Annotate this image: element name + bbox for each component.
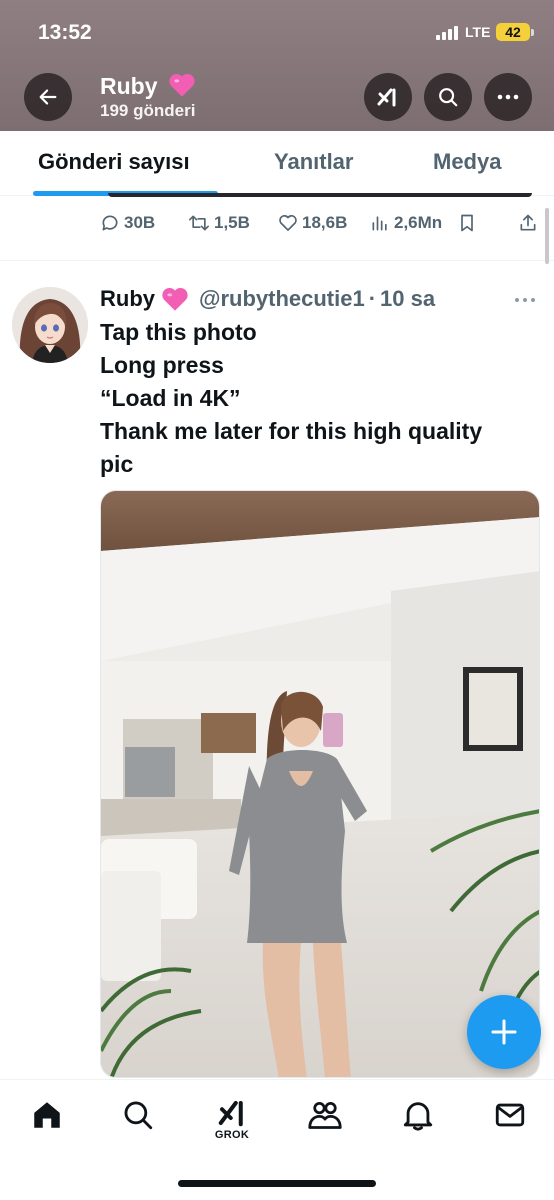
- heart-icon: [279, 215, 297, 231]
- tweet-text-line: pic: [100, 451, 134, 477]
- previous-tweet-actions: 30B 1,5B 18,6B 2,6Mn: [100, 213, 544, 239]
- signal-icon: [436, 26, 458, 40]
- views-button[interactable]: 2,6Mn: [370, 213, 442, 233]
- tweet-divider: [0, 260, 554, 261]
- tweet-author-handle[interactable]: @rubythecutie1: [199, 286, 365, 312]
- search-button[interactable]: [424, 73, 472, 121]
- search-icon: [124, 1101, 153, 1130]
- more-icon: [515, 298, 535, 302]
- plus-icon: [491, 1019, 517, 1045]
- more-icon: [497, 94, 519, 100]
- pink-heart-icon: [162, 288, 188, 311]
- nav-grok[interactable]: GROK: [212, 1098, 252, 1142]
- retweet-count: 1,5B: [214, 213, 250, 232]
- avatar[interactable]: [12, 287, 88, 363]
- battery-icon: 42: [496, 23, 530, 41]
- photo-illustration: [101, 491, 539, 1077]
- nav-home[interactable]: [27, 1098, 67, 1142]
- back-button[interactable]: [24, 73, 72, 121]
- views-count: 2,6Mn: [394, 213, 443, 232]
- share-icon: [520, 214, 536, 231]
- tab-posts[interactable]: Gönderi sayısı: [38, 149, 190, 175]
- back-arrow-icon: [39, 89, 57, 105]
- status-time: 13:52: [38, 21, 92, 44]
- network-type: LTE: [465, 24, 491, 40]
- pink-heart-icon: [169, 74, 195, 97]
- status-bar: 13:52 LTE 42: [0, 20, 554, 50]
- retweet-icon: [188, 215, 209, 231]
- reply-icon: [102, 215, 118, 231]
- views-icon: [372, 216, 387, 231]
- messages-icon: [495, 1103, 525, 1127]
- nav-search[interactable]: [118, 1098, 158, 1142]
- profile-name: Ruby: [100, 73, 158, 99]
- tweet-text-line: Tap this photo: [100, 319, 257, 345]
- tab-media[interactable]: Medya: [433, 149, 501, 175]
- tab-replies[interactable]: Yanıtlar: [274, 149, 353, 175]
- home-indicator: [178, 1180, 376, 1187]
- tweet-separator: ·: [368, 286, 377, 311]
- profile-tabs: Gönderi sayısı Yanıtlar Medya: [0, 131, 554, 196]
- tweet-header: Ruby @rubythecutie1 · 10 sa: [100, 283, 435, 315]
- grok-button[interactable]: [364, 73, 412, 121]
- avatar-illustration: [12, 287, 88, 363]
- like-button[interactable]: 18,6B: [278, 213, 347, 233]
- grok-icon: [377, 88, 396, 107]
- tweet-text-line: “Load in 4K”: [100, 385, 241, 411]
- bookmark-button[interactable]: [458, 213, 476, 233]
- bookmark-icon: [461, 214, 473, 232]
- profile-title: Ruby: [100, 72, 196, 100]
- search-icon: [439, 88, 458, 107]
- previous-media-edge: [108, 193, 532, 197]
- tweet-text-line: Long press: [100, 352, 224, 378]
- tweet-photo[interactable]: [100, 490, 540, 1078]
- post-count: 199 gönderi: [100, 101, 196, 120]
- grok-icon: [218, 1101, 243, 1127]
- like-count: 18,6B: [302, 213, 348, 232]
- retweet-button[interactable]: 1,5B: [188, 213, 250, 233]
- compose-button[interactable]: [467, 995, 541, 1069]
- communities-icon: [308, 1101, 342, 1129]
- nav-messages[interactable]: [490, 1098, 530, 1142]
- nav-notifications[interactable]: [398, 1098, 438, 1142]
- nav-communities[interactable]: [305, 1098, 345, 1142]
- scrollbar[interactable]: [545, 208, 549, 264]
- tweet-more-button[interactable]: [514, 290, 536, 308]
- more-button[interactable]: [484, 73, 532, 121]
- tweet-text-line: Thank me later for this high quality: [100, 418, 483, 444]
- tweet-text: Tap this photo Long press “Load in 4K” T…: [100, 316, 540, 481]
- home-icon: [34, 1102, 60, 1128]
- reply-count: 30B: [124, 213, 156, 232]
- reply-button[interactable]: 30B: [100, 213, 155, 233]
- nav-grok-label: GROK: [214, 1129, 250, 1141]
- profile-header: 13:52 LTE 42 Ruby 199 gönderi: [0, 0, 554, 131]
- share-button[interactable]: [518, 213, 538, 233]
- battery-tip: [531, 29, 534, 36]
- tweet-author-name[interactable]: Ruby: [100, 286, 155, 312]
- tweet-timestamp[interactable]: 10 sa: [380, 286, 435, 312]
- notifications-icon: [403, 1102, 433, 1131]
